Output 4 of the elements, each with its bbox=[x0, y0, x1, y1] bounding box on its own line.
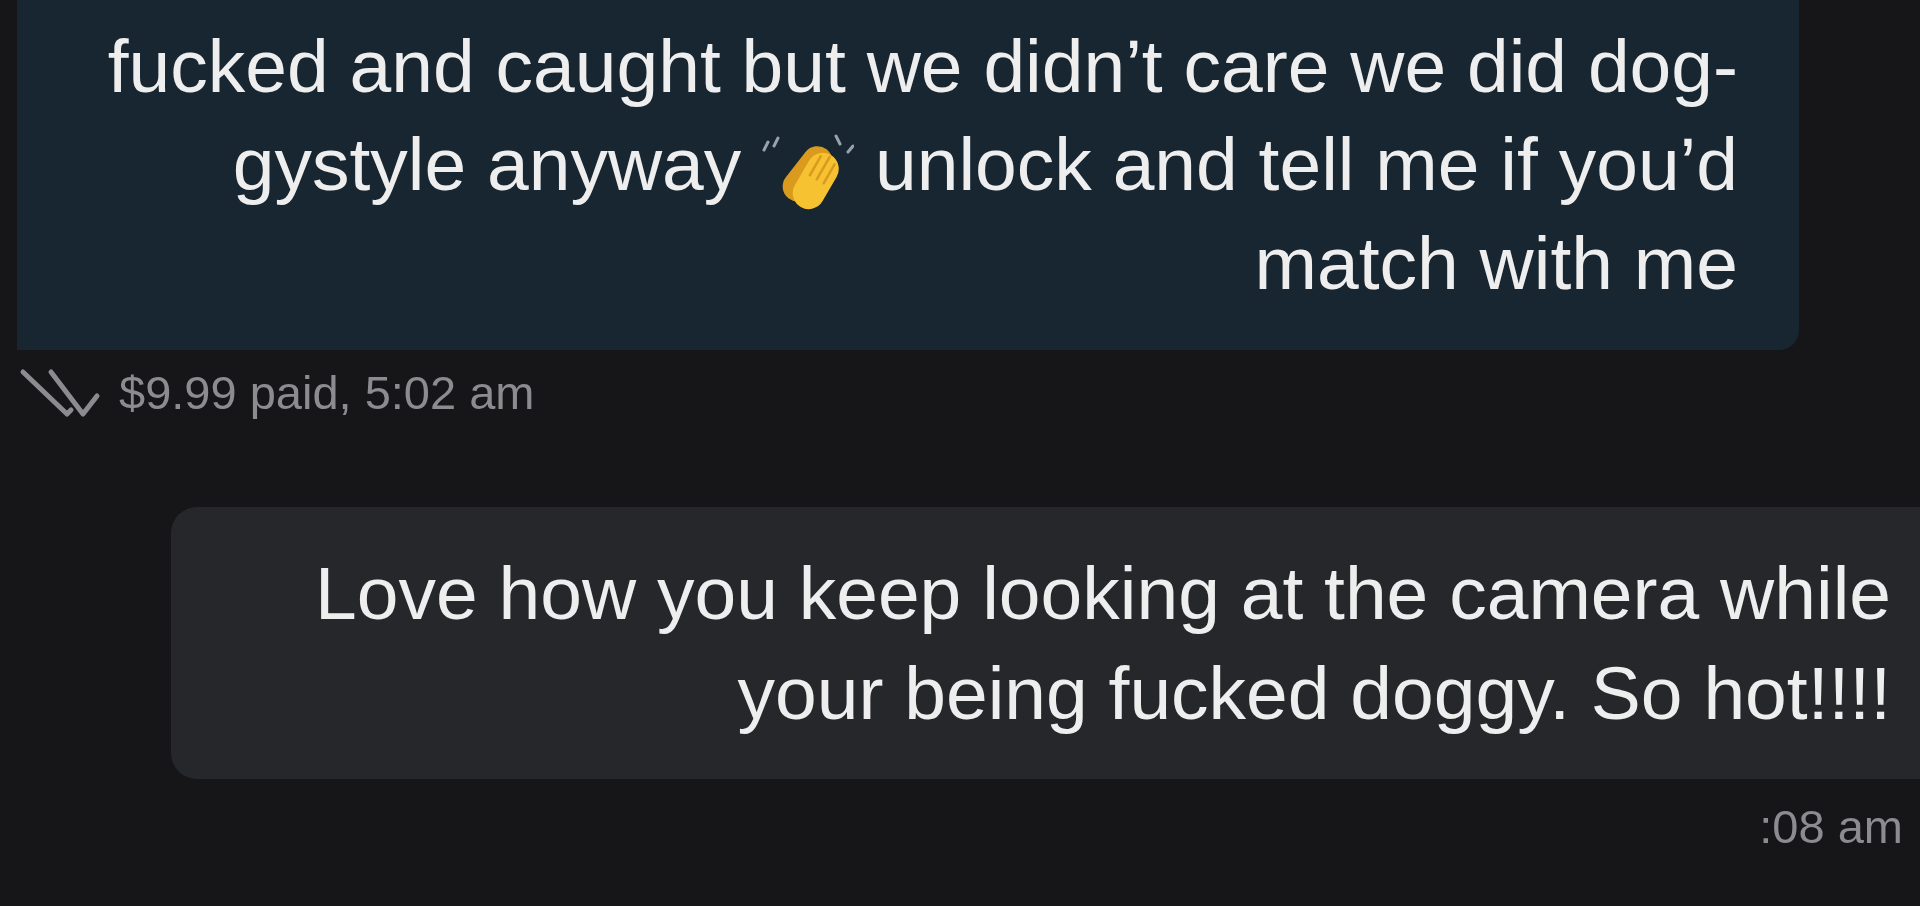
message-timestamp: $9.99 paid, 5:02 am bbox=[119, 365, 535, 421]
message-timestamp: :08 am bbox=[1759, 799, 1903, 855]
message-text: Love how you keep looking at the camera while your being fucked doggy. So hot!!!! bbox=[314, 550, 1891, 737]
message-text: fucked and caught but we didn’t care we did dog-gystyle anyway unlock and tell me if you’d match with me bbox=[106, 23, 1738, 307]
